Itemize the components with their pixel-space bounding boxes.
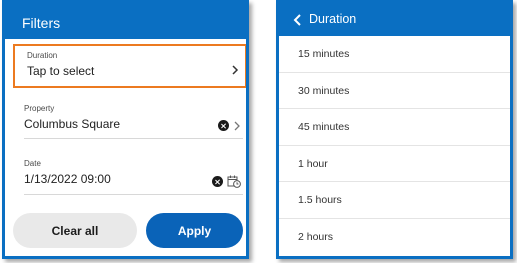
duration-label: Duration [27,51,58,60]
date-value: 1/13/2022 09:00 [24,172,111,186]
chevron-right-icon [232,65,239,75]
property-field[interactable]: Property Columbus Square [24,104,243,139]
clear-date-icon[interactable] [212,176,223,187]
duration-value: Tap to select [27,64,95,78]
duration-options-list: 15 minutes 30 minutes 45 minutes 1 hour … [279,36,510,256]
duration-option[interactable]: 1 hour [279,146,510,183]
duration-option[interactable]: 30 minutes [279,73,510,110]
filters-panel: Filters Duration Tap to select Property … [2,0,249,259]
chevron-right-icon [234,121,240,130]
filters-title: Filters [22,15,61,31]
date-label: Date [24,159,41,168]
duration-option[interactable]: 1.5 hours [279,182,510,219]
duration-picker-header: Duration [279,3,510,36]
duration-picker-title: Duration [309,12,357,26]
property-value: Columbus Square [24,117,121,131]
property-label: Property [24,104,55,113]
chevron-left-icon[interactable] [291,13,305,27]
clear-all-button[interactable]: Clear all [13,213,137,248]
calendar-clock-icon[interactable] [227,175,241,188]
duration-picker-panel: Duration 15 minutes 30 minutes 45 minute… [276,0,513,259]
duration-field[interactable]: Duration Tap to select [13,44,246,88]
duration-option[interactable]: 2 hours [279,219,510,256]
duration-option[interactable]: 45 minutes [279,109,510,146]
duration-option[interactable]: 15 minutes [279,36,510,73]
date-field[interactable]: Date 1/13/2022 09:00 [24,159,243,195]
filters-header: Filters [5,3,246,39]
apply-button[interactable]: Apply [146,213,243,248]
clear-property-icon[interactable] [218,120,229,131]
